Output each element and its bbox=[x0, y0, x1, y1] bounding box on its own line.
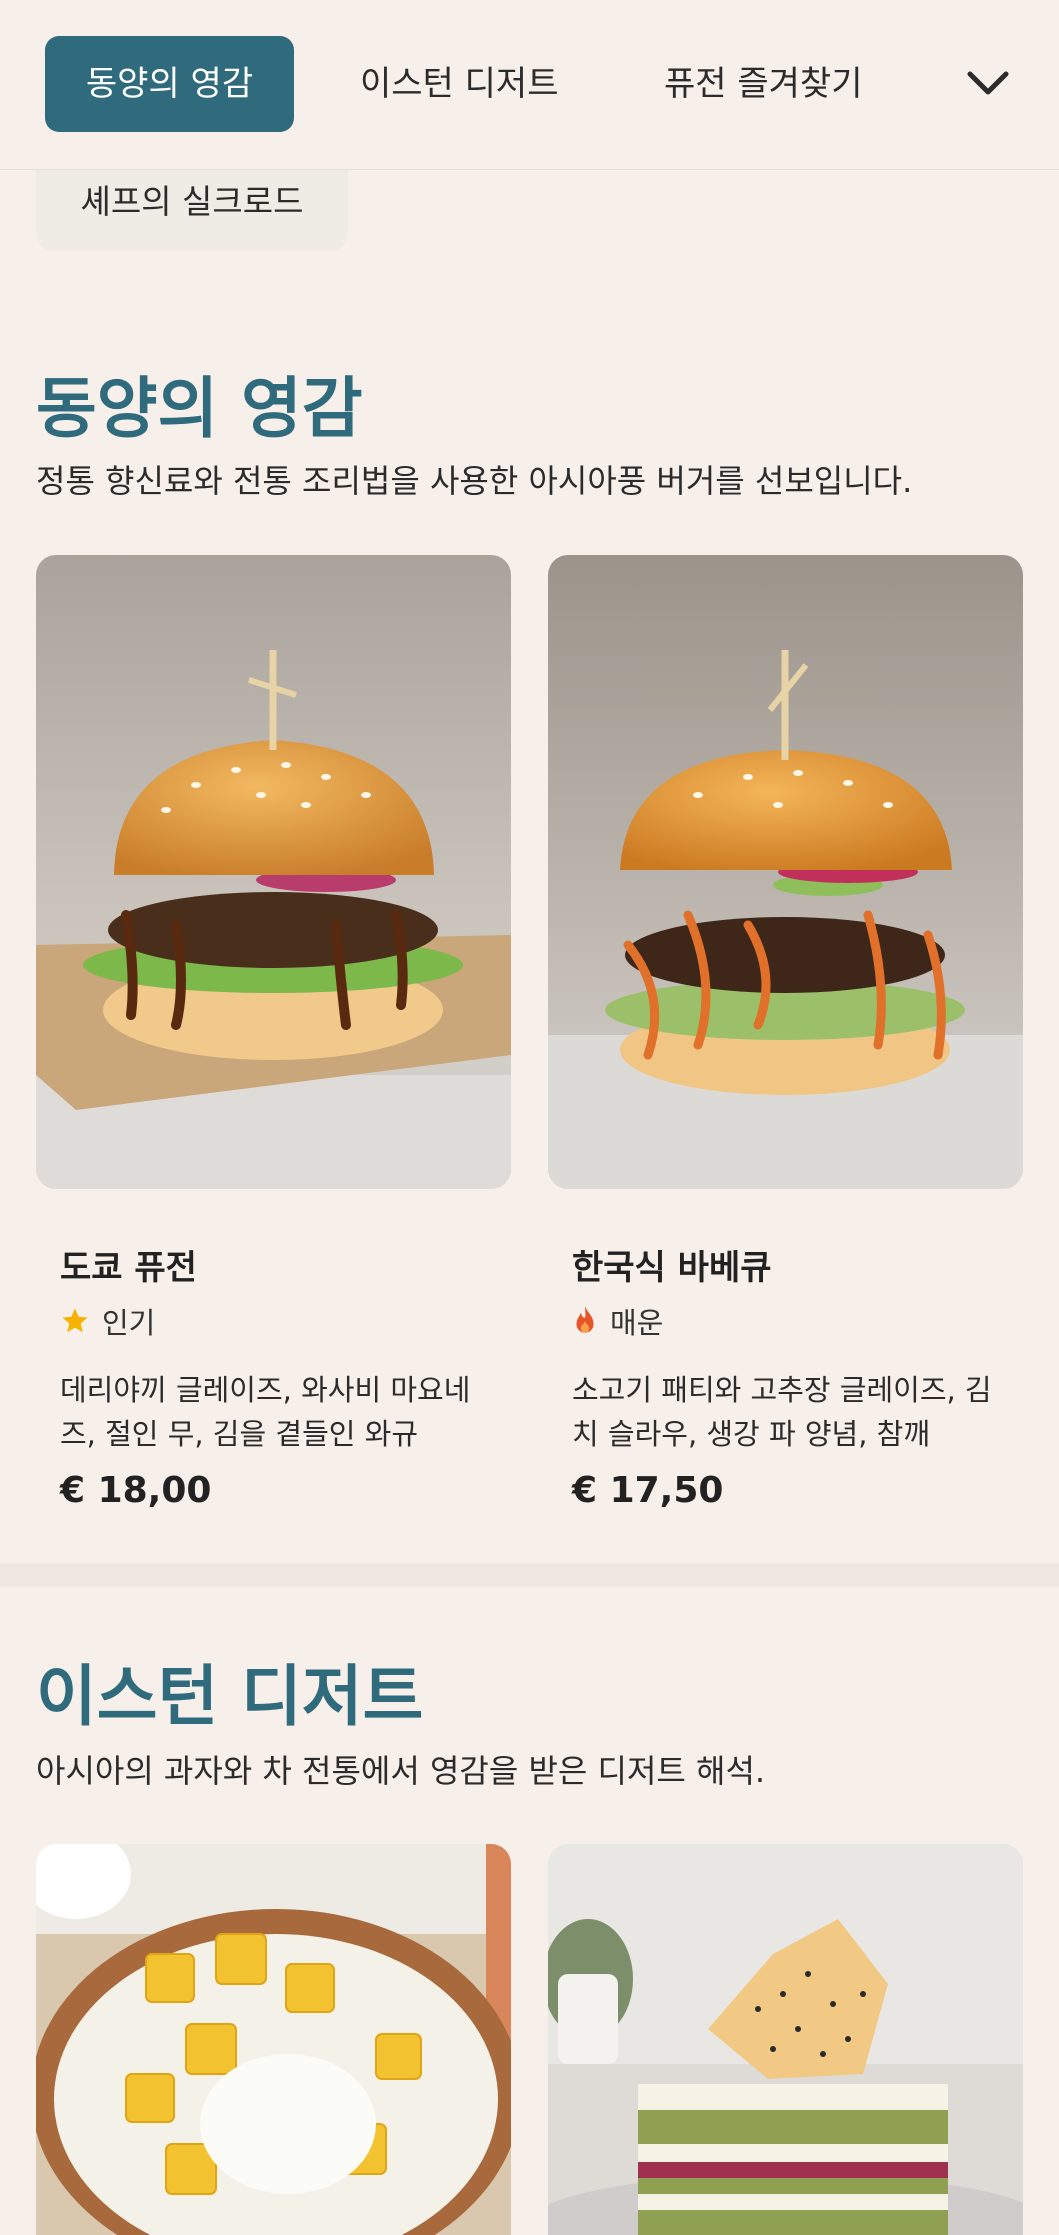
tab-eastern-inspiration[interactable]: 동양의 영감 bbox=[45, 36, 294, 132]
burger-korean-bbq-image[interactable] bbox=[548, 555, 1023, 1189]
chevron-down-icon[interactable] bbox=[962, 60, 1014, 108]
spicy-badge: 매운 bbox=[572, 1300, 663, 1342]
matcha-cake-image[interactable] bbox=[548, 1844, 1023, 2235]
tab-chefs-silk-road[interactable]: 셰프의 실크로드 bbox=[36, 170, 348, 250]
section-title: 이스턴 디저트 bbox=[36, 1658, 424, 1735]
tab-fusion-favorites[interactable]: 퓨전 즐겨찾기 bbox=[664, 36, 863, 132]
popular-badge: 인기 bbox=[60, 1300, 155, 1342]
burger-teriyaki-image[interactable] bbox=[36, 555, 511, 1189]
category-nav: 동양의 영감 이스턴 디저트 퓨전 즐겨찾기 bbox=[0, 0, 1059, 170]
menu-item-price: € 18,00 bbox=[60, 1470, 212, 1511]
badge-label: 인기 bbox=[102, 1306, 156, 1340]
section-description: 아시아의 과자와 차 전통에서 영감을 받은 디저트 해석. bbox=[36, 1752, 766, 1790]
menu-item-name[interactable]: 도쿄 퓨전 bbox=[60, 1240, 197, 1289]
star-icon bbox=[62, 1308, 88, 1333]
menu-item-description: 소고기 패티와 고추장 글레이즈, 김치 슬라우, 생강 파 양념, 참깨 마.… bbox=[572, 1373, 992, 1451]
flame-icon bbox=[576, 1306, 594, 1333]
section-title: 동양의 영감 bbox=[36, 370, 363, 447]
menu-item-description: 데리야끼 글레이즈, 와사비 마요네즈, 절인 무, 김을 곁들인 와규 패..… bbox=[60, 1373, 471, 1451]
menu-item-price: € 17,50 bbox=[572, 1470, 724, 1511]
section-description: 정통 향신료와 전통 조리법을 사용한 아시아풍 버거를 선보입니다. bbox=[36, 462, 913, 500]
tab-eastern-desserts[interactable]: 이스턴 디저트 bbox=[360, 36, 559, 132]
badge-label: 매운 bbox=[610, 1306, 664, 1340]
mango-sticky-rice-image[interactable] bbox=[36, 1844, 511, 2235]
menu-item-name[interactable]: 한국식 바베큐 bbox=[572, 1240, 772, 1289]
section-divider bbox=[0, 1563, 1059, 1587]
